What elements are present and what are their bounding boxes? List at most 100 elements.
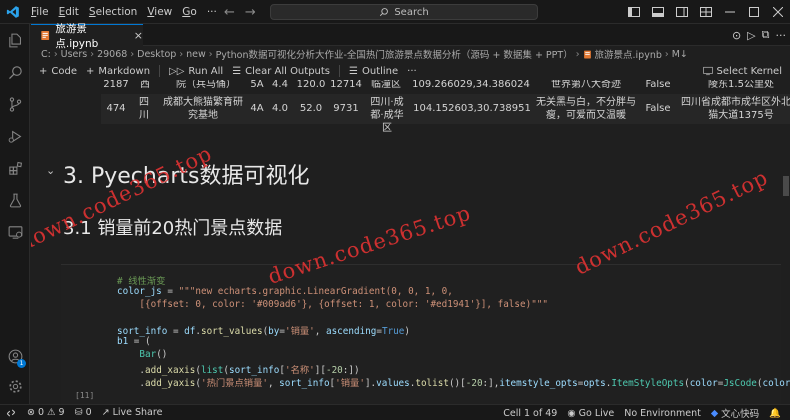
notebook-toolbar: + Code + Markdown ▷▷ Run All ☰ Clear All Out… [31,62,790,80]
tab-notebook[interactable]: 旅游景点.ipynb × [31,23,143,50]
problems-indicator[interactable]: ⊗ 0 ⚠ 9 [22,407,70,418]
forward-arrow-icon[interactable]: → [245,5,256,20]
warning-count: 9 [58,407,65,418]
warning-icon: ⚠ [47,407,56,418]
breadcrumb-project[interactable]: Python数据可视化分析大作业-全国热门旅游景点数据分析（源码 + 数据集 +… [216,47,573,61]
table-cell-area: 四川·成都·成华区 [370,97,404,134]
minimize-icon[interactable] [718,0,742,24]
add-code-cell-button[interactable]: + Code [39,66,77,77]
outline-icon: ☰ [349,65,358,77]
editor-scrollbar[interactable] [782,80,790,404]
breadcrumb-separator-icon: › [90,48,95,60]
plus-icon: + [86,65,95,77]
table-cell-score: 4.4 [272,80,288,90]
ports-indicator[interactable]: ⛁ 0 [70,407,97,418]
notifications-bell-icon[interactable]: 🔔 [764,408,786,419]
extensions-icon[interactable] [0,154,30,182]
breadcrumb-user[interactable]: 29068 [97,49,127,60]
testing-flask-icon[interactable] [0,186,30,214]
clear-outputs-label: Clear All Outputs [245,65,331,77]
broadcast-icon: ◉ [567,407,576,419]
back-arrow-icon[interactable]: ← [224,5,235,20]
live-share-button[interactable]: ↗ Live Share [97,407,168,418]
split-editor-icon[interactable]: ⧉ [762,28,770,42]
code-line: color_js = """new echarts.graphic.Linear… [117,286,453,297]
toggle-secondary-sidebar-icon[interactable] [670,0,694,24]
code-line: # 线性渐变 [117,273,165,287]
outline-button[interactable]: ☰ Outline [349,66,398,77]
breadcrumb-users[interactable]: Users [61,49,88,60]
toolbar-divider [159,65,161,77]
run-all-label: Run All [188,65,224,77]
code-cell[interactable]: # 线性渐变 color_js = """new echarts.graphic… [61,264,790,404]
markdown-heading-1: 3. Pyecharts数据可视化 [63,164,310,189]
code-line: b1 = ( [117,336,151,347]
breadcrumb-markdown-symbol[interactable]: M↓ [672,49,688,60]
search-view-icon[interactable] [0,58,30,86]
kernel-icon [702,66,713,76]
menu-more[interactable]: ··· [202,0,222,24]
table-cell-score: 4.0 [272,103,288,114]
run-and-debug-icon[interactable] [0,122,30,150]
toggle-sidebar-icon[interactable] [622,0,646,24]
toggle-panel-icon[interactable] [646,0,670,24]
table-cell-level: 5A [250,80,264,90]
go-live-button[interactable]: ◉ Go Live [562,408,619,419]
wenxin-icon: ◆ [710,407,719,419]
wenxin-label: 文心快码 [721,409,760,420]
breadcrumb-desktop[interactable]: Desktop [137,49,176,60]
breadcrumb-new[interactable]: new [186,49,206,60]
code-line: Bar() [139,349,168,360]
activity-bar: 1 [0,24,30,404]
search-placeholder: Search [394,6,429,18]
table-cell-coordinates: 104.152603,30.738951 [413,103,531,114]
table-cell-province: 四川 [139,97,149,121]
status-bar: ⊗ 0 ⚠ 9 ⛁ 0 ↗ Live Share Cell 1 of 49 ◉ Go Li… [0,404,790,420]
manage-gear-icon[interactable] [0,372,30,400]
maximize-icon[interactable] [742,0,766,24]
breadcrumb: C: › Users › 29068 › Desktop › new › Python数据… [31,46,790,62]
layout-icon[interactable] [694,0,718,24]
add-markdown-cell-button[interactable]: + Markdown [86,66,150,77]
fold-chevron-icon[interactable]: ⌄ [46,164,55,177]
execution-count: [11] [75,391,95,400]
notebook-file-icon [583,50,591,58]
toolbar-divider [339,65,341,77]
clear-outputs-icon: ☰ [232,65,242,77]
select-kernel-button[interactable]: Select Kernel [702,62,782,80]
explorer-icon[interactable] [0,26,30,54]
live-share-label: Live Share [112,407,163,418]
breadcrumb-file[interactable]: 旅游景点.ipynb [595,47,662,61]
go-live-label: Go Live [578,407,615,419]
add-markdown-label: Markdown [98,65,151,77]
remote-explorer-icon[interactable] [0,218,30,246]
scrollbar-thumb[interactable] [783,176,789,196]
clear-all-outputs-button[interactable]: ☰ Clear All Outputs [232,66,330,77]
source-control-icon[interactable] [0,90,30,118]
table-cell-name: 成都大熊猫繁育研究基地 [163,97,243,121]
breadcrumb-separator-icon: › [664,48,669,60]
tab-close-icon[interactable]: × [134,29,143,42]
table-cell-sales: 9731 [333,103,359,114]
command-center-search[interactable]: Search [270,4,538,20]
cell-indicator[interactable]: Cell 1 of 49 [498,408,562,419]
table-cell-description: 无关黑与白，不分胖与瘦，可爱而又温暖 [536,97,636,121]
breadcrumb-drive[interactable]: C: [41,49,51,60]
run-icon[interactable]: ▷ [747,29,755,42]
breadcrumb-separator-icon: › [208,48,213,60]
environment-indicator[interactable]: No Environment [619,408,706,419]
close-window-icon[interactable] [766,0,790,24]
run-all-button[interactable]: ▷▷ Run All [169,66,223,77]
wenxin-button[interactable]: ◆ 文心快码 [706,406,764,420]
menu-view[interactable]: View [142,0,177,24]
more-actions-icon[interactable]: ··· [776,29,787,42]
remote-icon [6,409,16,416]
menu-go[interactable]: Go [177,0,202,24]
code-line: .add_xaxis(list(sort_info['名称'][-20:]) [117,365,360,376]
table-cell-description: 世界第八大奇迹 [551,80,621,90]
toolbar-more-button[interactable]: ··· [407,66,417,77]
compare-icon[interactable]: ⊙ [732,29,741,42]
menu-file[interactable]: File [26,0,54,24]
accounts-icon[interactable]: 1 [0,342,30,370]
remote-indicator[interactable] [0,405,22,420]
